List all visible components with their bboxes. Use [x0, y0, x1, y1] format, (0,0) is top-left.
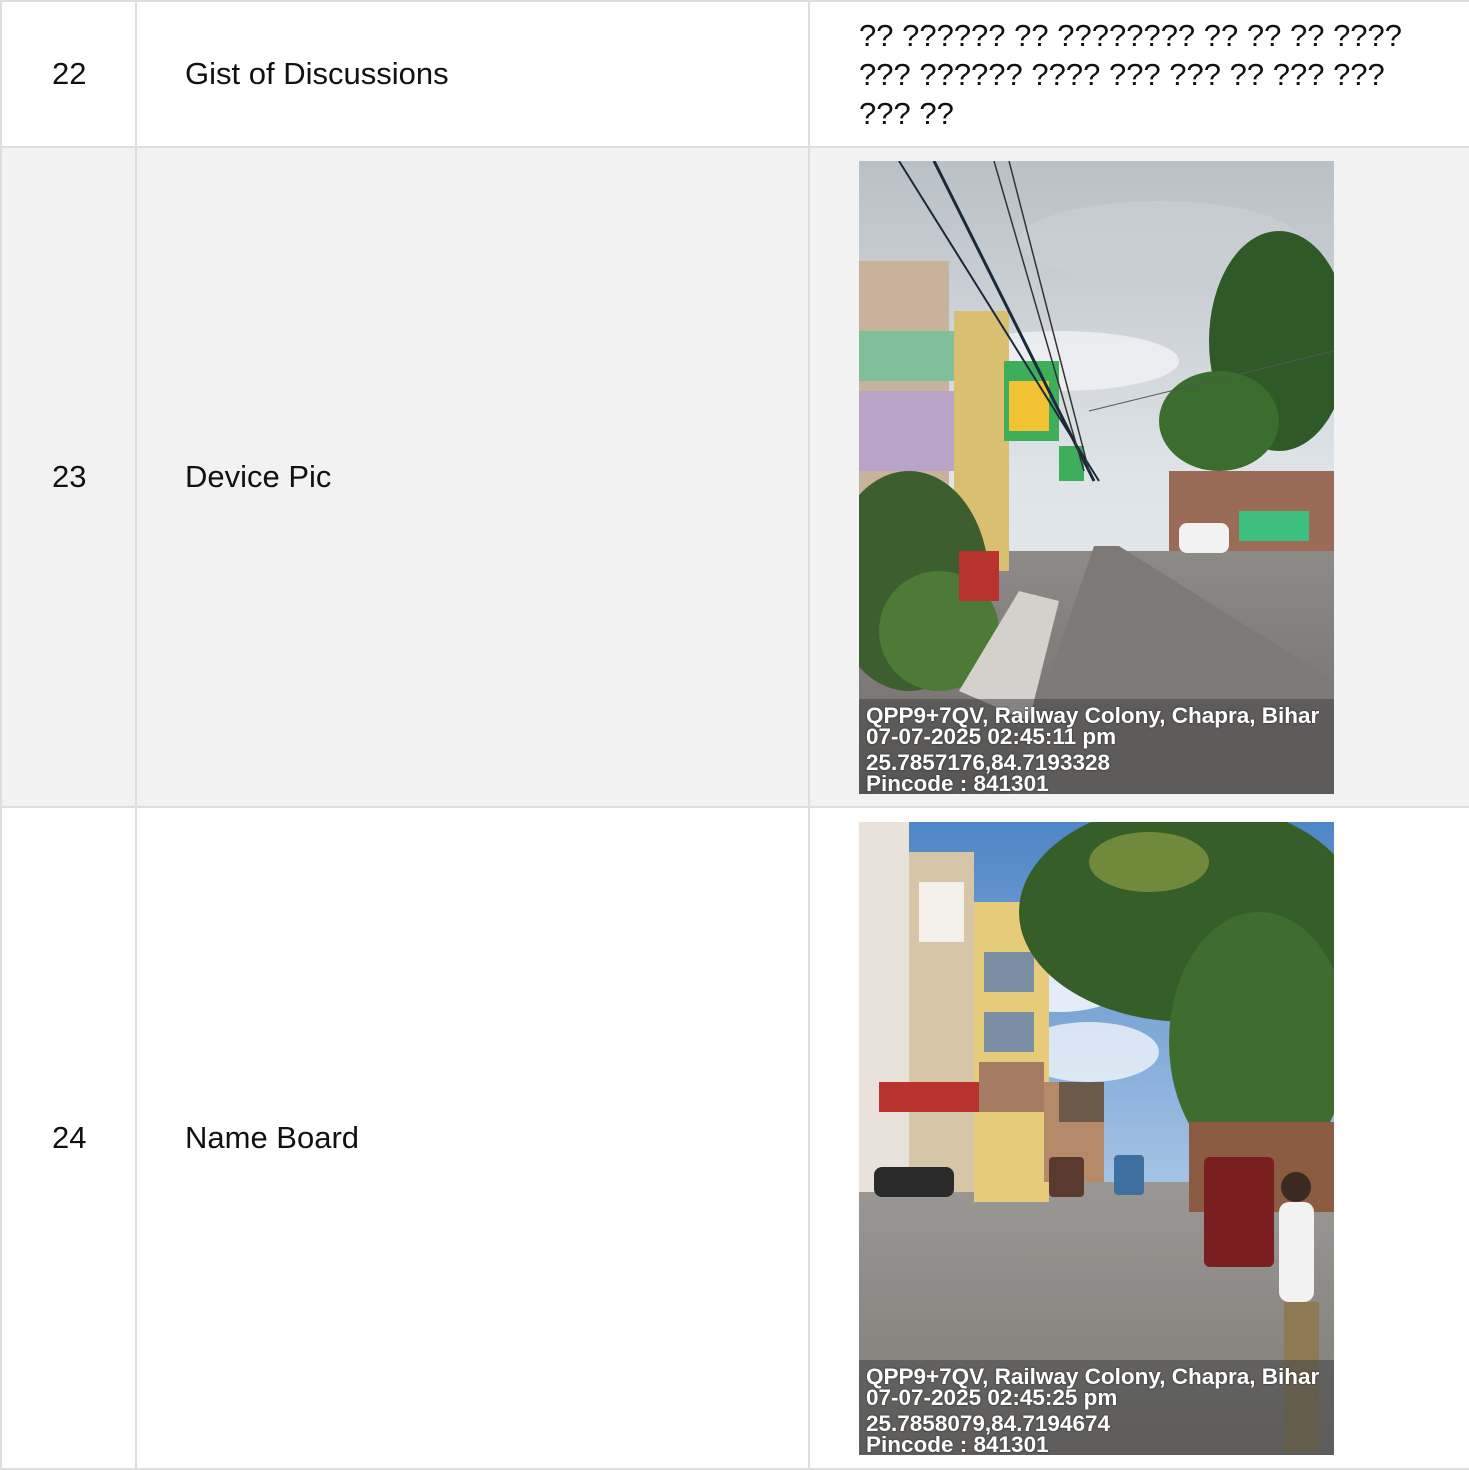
photo-geotag-overlay: QPP9+7QV, Railway Colony, Chapra, Bihar … — [859, 1359, 1334, 1455]
row-number: 22 — [0, 0, 137, 148]
geotag-pincode: Pincode : 841301 — [866, 1431, 1049, 1455]
row-label: Gist of Discussions — [135, 0, 810, 148]
device-photo: QPP9+7QV, Railway Colony, Chapra, Bihar … — [859, 160, 1334, 794]
row-value: ?? ?????? ?? ???????? ?? ?? ?? ???? ??? … — [808, 0, 1469, 148]
table-row: 22 Gist of Discussions ?? ?????? ?? ????… — [0, 0, 1469, 148]
row-value: QPP9+7QV, Railway Colony, Chapra, Bihar … — [808, 146, 1469, 808]
gist-text: ?? ?????? ?? ???????? ?? ?? ?? ???? ??? … — [859, 17, 1403, 131]
table-row: 24 Name Board QPP9+7QV, Railway Colony, … — [0, 806, 1469, 1470]
row-label: Name Board — [135, 806, 810, 1470]
geotag-pincode: Pincode : 841301 — [866, 770, 1049, 794]
geotag-datetime: 07-07-2025 02:45:11 pm — [866, 723, 1117, 749]
report-table: 22 Gist of Discussions ?? ?????? ?? ????… — [0, 0, 1469, 1470]
row-label: Device Pic — [135, 146, 810, 808]
table-row: 23 Device Pic QPP9+7QV, Railway Colony, … — [0, 146, 1469, 808]
name-board-photo: QPP9+7QV, Railway Colony, Chapra, Bihar … — [859, 821, 1334, 1455]
geotag-datetime: 07-07-2025 02:45:25 pm — [866, 1384, 1118, 1410]
row-number: 23 — [0, 146, 137, 808]
photo-geotag-overlay: QPP9+7QV, Railway Colony, Chapra, Bihar … — [859, 698, 1334, 794]
geotag-address: QPP9+7QV, Railway Colony, Chapra, Bihar — [866, 1363, 1320, 1389]
row-number: 24 — [0, 806, 137, 1470]
geotag-address: QPP9+7QV, Railway Colony, Chapra, Bihar — [866, 702, 1320, 728]
row-value: QPP9+7QV, Railway Colony, Chapra, Bihar … — [808, 806, 1469, 1470]
geotag-coordinates: 25.7858079,84.7194674 — [866, 1410, 1110, 1436]
geotag-coordinates: 25.7857176,84.7193328 — [866, 749, 1110, 775]
